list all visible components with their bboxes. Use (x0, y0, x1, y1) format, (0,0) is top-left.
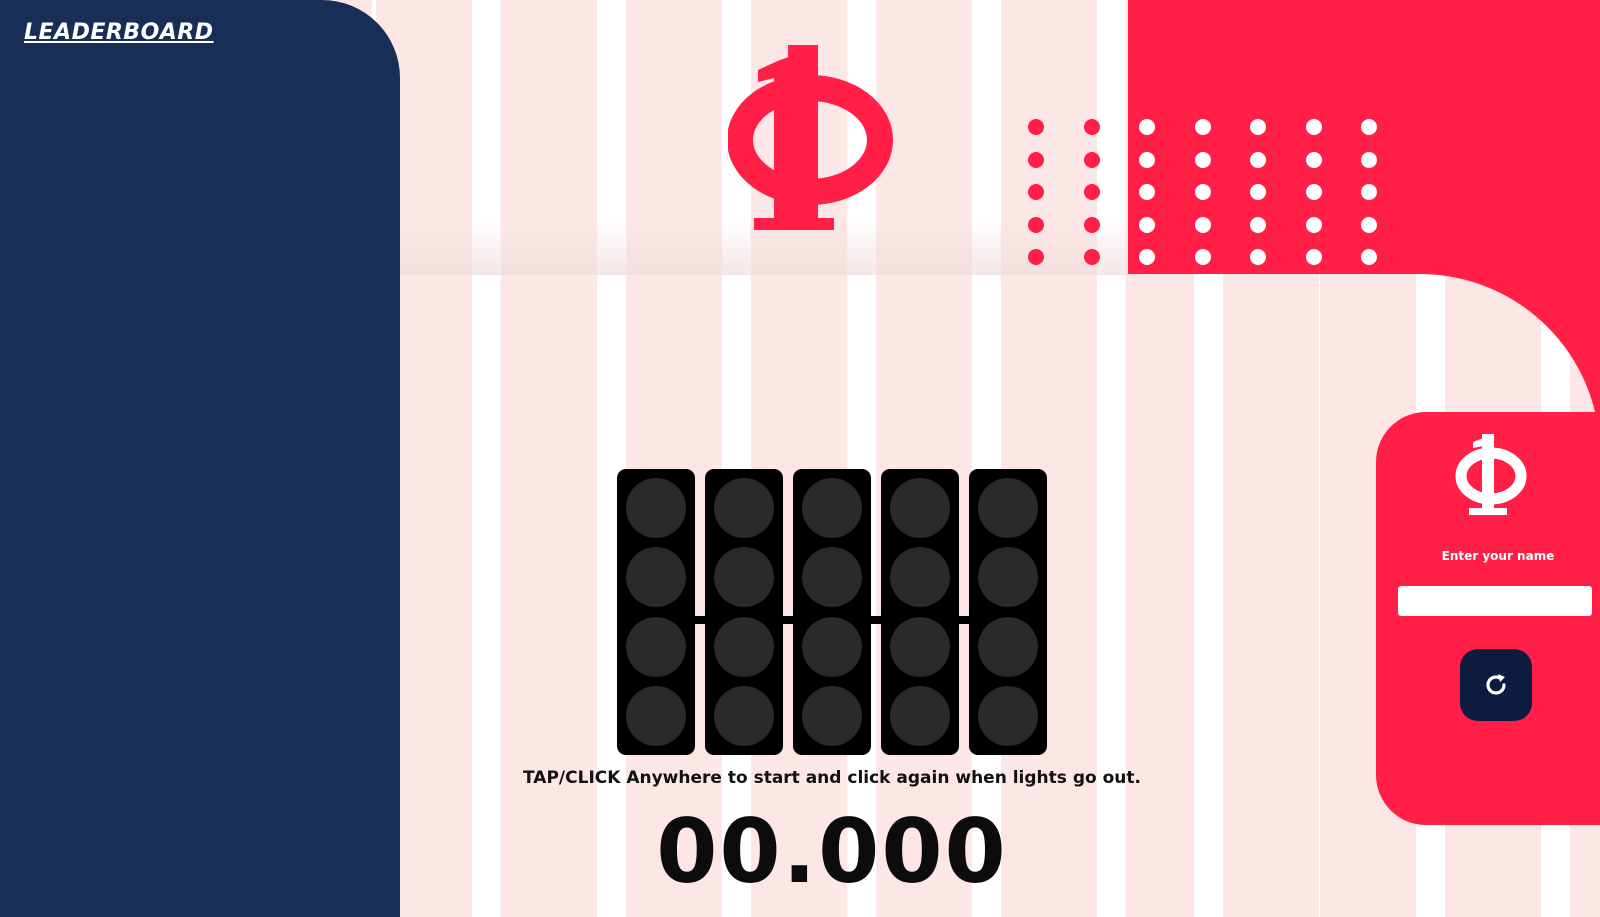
light-column-1 (617, 469, 695, 755)
name-entry-card: Enter your name (1376, 412, 1600, 825)
dot (1139, 151, 1155, 168)
dot (1250, 249, 1266, 265)
light-column-3 (793, 469, 871, 755)
light (714, 686, 774, 747)
light (978, 477, 1038, 538)
dot (1305, 119, 1322, 135)
name-input[interactable] (1398, 586, 1592, 616)
light (978, 547, 1038, 608)
dot (1194, 216, 1211, 233)
dot (1250, 216, 1266, 233)
dot (1139, 184, 1155, 200)
reaction-timer: 00.000 (656, 800, 1008, 903)
dot (1361, 216, 1377, 233)
start-lights[interactable] (617, 469, 1047, 755)
phi-1-logo-small-icon (1455, 434, 1527, 515)
dot (1305, 249, 1322, 265)
dot (1028, 249, 1044, 265)
dot (1305, 184, 1322, 200)
dot (1139, 119, 1155, 135)
dot (1139, 216, 1155, 233)
instructions-label: TAP/CLICK Anywhere to start and click ag… (523, 768, 1141, 788)
dot (1028, 119, 1044, 135)
light (626, 547, 686, 608)
dot (1194, 119, 1211, 135)
light (890, 686, 950, 747)
dot (1028, 151, 1044, 168)
dot (1305, 151, 1322, 168)
leaderboard-link[interactable]: LEADERBOARD (24, 20, 214, 45)
light (626, 477, 686, 538)
dot (1083, 184, 1100, 200)
light-column-2 (705, 469, 783, 755)
dot (1139, 249, 1155, 265)
dot (1250, 119, 1266, 135)
light-column-4 (881, 469, 959, 755)
dot (1361, 184, 1377, 200)
name-label: Enter your name (1441, 549, 1555, 563)
light (802, 686, 862, 747)
reset-button[interactable] (1460, 649, 1532, 721)
dot (1083, 249, 1100, 265)
dot (1083, 216, 1100, 233)
light (626, 616, 686, 677)
dot (1028, 216, 1044, 233)
dot (1194, 151, 1211, 168)
light (802, 616, 862, 677)
light (978, 686, 1038, 747)
dot-grid-decoration (1028, 119, 1377, 265)
light (802, 547, 862, 608)
light (626, 686, 686, 747)
dot (1305, 216, 1322, 233)
dot (1028, 184, 1044, 200)
dot (1361, 151, 1377, 168)
phi-1-logo-icon (728, 45, 893, 230)
reset-icon (1486, 674, 1506, 695)
light (890, 616, 950, 677)
light (714, 547, 774, 608)
light (890, 547, 950, 608)
dot (1361, 119, 1377, 135)
light (714, 616, 774, 677)
dot (1194, 184, 1211, 200)
dot (1250, 151, 1266, 168)
dot (1361, 249, 1377, 265)
light (890, 477, 950, 538)
dot (1250, 184, 1266, 200)
dot (1083, 119, 1100, 135)
dot (1194, 249, 1211, 265)
dot (1083, 151, 1100, 168)
light (978, 616, 1038, 677)
light-column-5 (969, 469, 1047, 755)
instructions-text: TAP/CLICK Anywhere to start and click ag… (0, 768, 1600, 788)
light (802, 477, 862, 538)
light (714, 477, 774, 538)
